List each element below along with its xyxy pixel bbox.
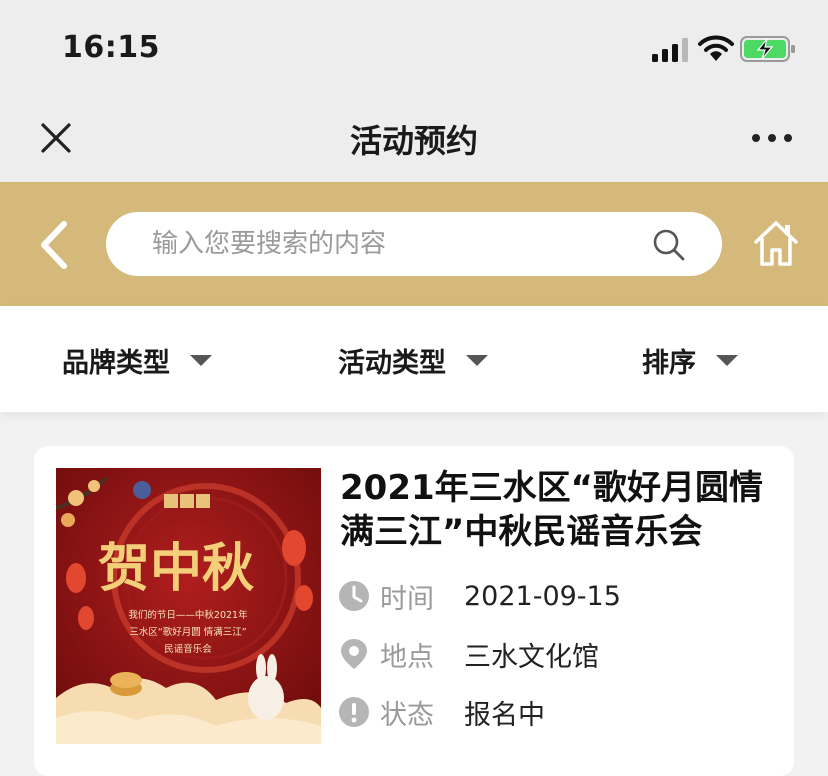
more-icon[interactable] bbox=[748, 126, 796, 150]
search-box bbox=[106, 212, 722, 276]
page-title: 活动预约 bbox=[349, 122, 478, 160]
wifi-icon bbox=[698, 35, 734, 61]
poster-line-2: 三水区“歌好月圆 情满三江” bbox=[129, 626, 246, 638]
activity-poster-image: 贺中秋 我们的节日——中秋2021年 三水区“歌好月圆 情满三江” 民谣音乐会 bbox=[56, 468, 321, 744]
search-icon[interactable] bbox=[652, 228, 686, 262]
activity-status-row: 状态 报名中 bbox=[338, 692, 545, 732]
caret-down-icon bbox=[190, 354, 212, 366]
place-label: 地点 bbox=[380, 641, 434, 673]
nav-bar: 活动预约 bbox=[0, 96, 828, 182]
activity-time-row: 时间 2021-09-15 bbox=[338, 576, 621, 616]
alert-icon bbox=[339, 697, 369, 727]
filter-sort[interactable]: 排序 bbox=[642, 340, 738, 380]
location-pin-icon bbox=[341, 639, 367, 669]
filter-activity-type[interactable]: 活动类型 bbox=[338, 340, 488, 380]
signal-icon bbox=[652, 38, 688, 62]
status-time: 16:15 bbox=[62, 30, 160, 65]
filter-label: 品牌类型 bbox=[62, 347, 170, 379]
caret-down-icon bbox=[466, 354, 488, 366]
search-band bbox=[0, 182, 828, 306]
status-label: 状态 bbox=[380, 699, 434, 731]
search-input[interactable] bbox=[152, 212, 632, 276]
status-bar: 16:15 bbox=[0, 0, 828, 96]
caret-down-icon bbox=[716, 354, 738, 366]
time-label: 时间 bbox=[380, 583, 434, 615]
battery-icon bbox=[740, 36, 795, 62]
place-value: 三水文化馆 bbox=[464, 641, 599, 673]
activity-place-row: 地点 三水文化馆 bbox=[338, 634, 599, 674]
filter-brand-type[interactable]: 品牌类型 bbox=[62, 340, 212, 380]
filter-label: 活动类型 bbox=[338, 347, 446, 379]
activity-title: 2021年三水区“歌好月圆情满三江”中秋民谣音乐会 bbox=[340, 468, 763, 552]
poster-line-3: 民谣音乐会 bbox=[164, 643, 212, 655]
poster-headline: 贺中秋 bbox=[98, 538, 254, 599]
time-value: 2021-09-15 bbox=[464, 580, 621, 612]
back-arrow-icon[interactable] bbox=[36, 218, 72, 272]
status-value: 报名中 bbox=[464, 699, 545, 731]
poster-line-1: 我们的节日——中秋2021年 bbox=[128, 609, 248, 621]
filter-label: 排序 bbox=[642, 347, 696, 379]
filter-bar: 品牌类型 活动类型 排序 bbox=[0, 306, 828, 412]
activity-card[interactable]: 贺中秋 我们的节日——中秋2021年 三水区“歌好月圆 情满三江” 民谣音乐会 … bbox=[34, 446, 794, 776]
clock-icon bbox=[339, 581, 369, 611]
home-icon[interactable] bbox=[752, 218, 800, 268]
